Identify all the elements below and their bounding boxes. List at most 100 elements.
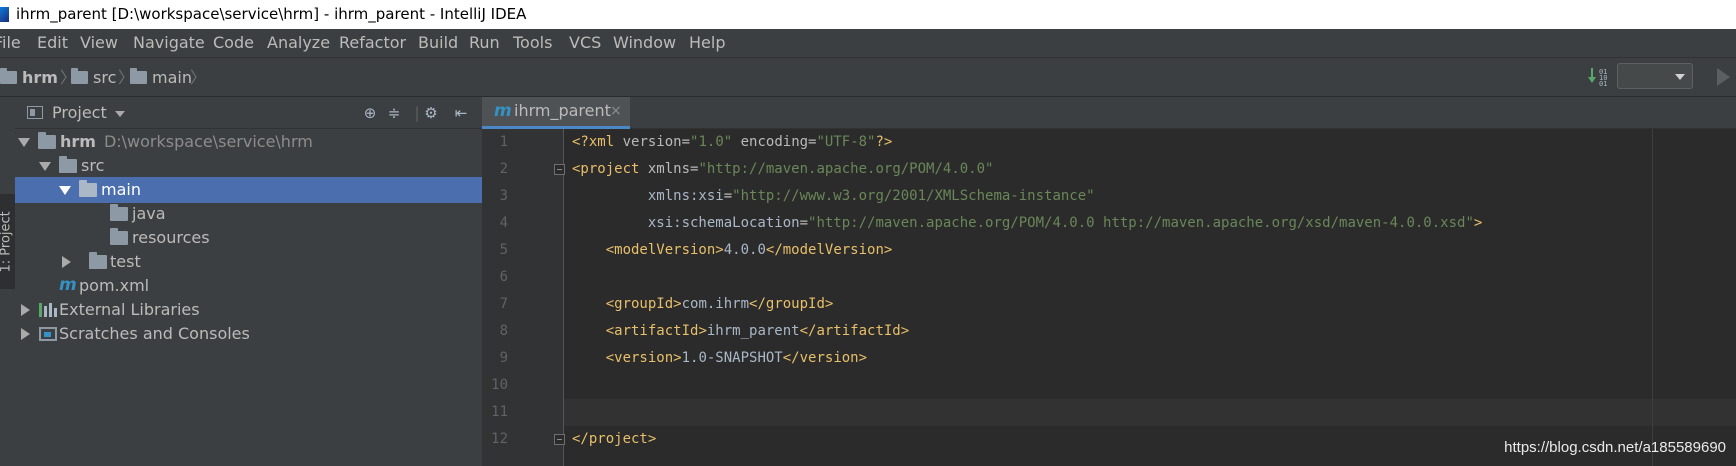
left-tool-strip: 1: Project — [0, 97, 16, 466]
menu-build[interactable]: Build — [418, 29, 458, 57]
chevron-down-icon[interactable] — [115, 111, 125, 117]
folder-icon — [110, 204, 128, 221]
editor: m ihrm_parent × 1 2 3 4 5 6 7 8 9 10 11 … — [482, 97, 1736, 466]
menu-edit[interactable]: Edit — [37, 29, 68, 57]
maven-icon: m — [494, 101, 512, 121]
breadcrumb-hrm[interactable]: hrm — [0, 68, 58, 88]
code-line: <groupId>com.ihrm</groupId> — [605, 296, 834, 312]
line-number: 2 — [499, 161, 508, 177]
line-number: 5 — [499, 242, 508, 258]
breadcrumb-label: hrm — [22, 68, 58, 87]
line-number: 4 — [499, 215, 508, 231]
folder-icon — [89, 252, 107, 269]
locate-target-icon[interactable]: ⊕ — [361, 104, 379, 122]
code-line: <artifactId>ihrm_parent</artifactId> — [605, 323, 910, 339]
line-number: 10 — [491, 377, 508, 393]
module-folder-icon — [38, 132, 56, 149]
chevron-down-icon — [1675, 74, 1685, 80]
sort-binary-icon[interactable]: 01 10 01 — [1588, 66, 1612, 88]
tree-item-label: External Libraries — [59, 300, 200, 319]
tree-item-label: test — [110, 252, 141, 271]
gear-icon[interactable]: ⚙ — [422, 104, 440, 122]
run-configuration-select[interactable] — [1617, 63, 1693, 89]
chevron-right-icon[interactable] — [21, 328, 30, 340]
code-line: <?xml version="1.0" encoding="UTF-8"?> — [572, 134, 893, 150]
tab-ihrm-parent[interactable]: m ihrm_parent × — [482, 97, 630, 129]
chevron-down-icon[interactable] — [59, 186, 71, 195]
menu-bar: File Edit View Navigate Code Analyze Ref… — [0, 29, 1736, 57]
code-line: <modelVersion>4.0.0</modelVersion> — [605, 242, 893, 258]
watermark-url: https://blog.csdn.net/a185589690 — [1504, 439, 1726, 456]
project-view-icon — [27, 106, 43, 119]
breadcrumb-src[interactable]: src — [71, 68, 116, 88]
tree-item-label: java — [132, 204, 166, 223]
project-panel-header: Project ⊕ ≑ | ⚙ ⇤ — [15, 97, 482, 129]
svg-text:01: 01 — [1599, 80, 1607, 88]
menu-file[interactable]: File — [0, 29, 21, 57]
folder-icon — [59, 156, 77, 173]
run-play-icon[interactable] — [1717, 68, 1730, 86]
line-number: 8 — [499, 323, 508, 339]
chevron-right-icon[interactable] — [21, 304, 30, 316]
menu-refactor[interactable]: Refactor — [339, 29, 406, 57]
menu-view[interactable]: View — [80, 29, 118, 57]
close-icon[interactable]: × — [610, 97, 622, 125]
code-line: <version>1.0-SNAPSHOT</version> — [605, 350, 868, 366]
tree-item-path: D:\workspace\service\hrm — [103, 132, 313, 151]
tree-item-hrm[interactable]: hrm D:\workspace\service\hrm — [15, 129, 482, 155]
code-line: </project> — [572, 431, 657, 447]
menu-window[interactable]: Window — [613, 29, 676, 57]
line-number: 12 — [491, 431, 508, 447]
code-line: xsi:schemaLocation="http://maven.apache.… — [572, 215, 1483, 231]
menu-run[interactable]: Run — [469, 29, 500, 57]
chevron-down-icon[interactable] — [39, 162, 51, 171]
menu-analyze[interactable]: Analyze — [267, 29, 330, 57]
code-line: xmlns:xsi="http://www.w3.org/2001/XMLSch… — [572, 188, 1095, 204]
collapse-all-icon[interactable]: ≑ — [385, 104, 403, 122]
tree-item-pom[interactable]: m pom.xml — [15, 273, 482, 299]
menu-navigate[interactable]: Navigate — [133, 29, 205, 57]
intellij-logo-icon — [0, 7, 9, 22]
fold-marker-icon[interactable] — [554, 434, 565, 445]
fold-marker-icon[interactable] — [554, 164, 565, 175]
library-icon — [39, 303, 57, 317]
tree-item-label: hrm — [60, 132, 96, 151]
project-panel: Project ⊕ ≑ | ⚙ ⇤ hrm D:\workspace\servic… — [15, 97, 482, 466]
scratch-icon — [39, 327, 57, 341]
line-number: 1 — [499, 134, 508, 150]
chevron-down-icon[interactable] — [18, 138, 30, 147]
tree-item-label: resources — [132, 228, 210, 247]
tree-item-java[interactable]: java — [15, 201, 482, 227]
breadcrumb-main[interactable]: main — [130, 68, 192, 88]
tree-item-main[interactable]: main — [15, 177, 482, 203]
menu-tools[interactable]: Tools — [513, 29, 552, 57]
breadcrumb-label: main — [152, 68, 192, 87]
tree-item-resources[interactable]: resources — [15, 225, 482, 251]
line-number: 11 — [491, 404, 508, 420]
tree-item-label: pom.xml — [79, 276, 150, 295]
folder-icon — [130, 68, 147, 84]
tree-item-label: Scratches and Consoles — [59, 324, 250, 343]
line-number: 7 — [499, 296, 508, 312]
folder-icon — [71, 68, 88, 84]
tree-item-test[interactable]: test — [15, 249, 482, 275]
code-area[interactable]: <?xml version="1.0" encoding="UTF-8"?> <… — [572, 129, 1736, 466]
code-line: <project xmlns="http://maven.apache.org/… — [572, 161, 994, 177]
line-number: 6 — [499, 269, 508, 285]
chevron-right-icon[interactable] — [62, 256, 71, 268]
menu-help[interactable]: Help — [689, 29, 725, 57]
line-number: 9 — [499, 350, 508, 366]
tree-item-label: src — [81, 156, 105, 175]
editor-tab-bar: m ihrm_parent × — [482, 97, 1736, 129]
navigation-bar: hrm 〉 src 〉 main 〉 — [0, 57, 1736, 97]
module-folder-icon — [0, 68, 17, 84]
project-panel-title[interactable]: Project — [52, 103, 107, 122]
tree-item-external-libraries[interactable]: External Libraries — [15, 297, 482, 323]
menu-code[interactable]: Code — [213, 29, 254, 57]
tree-item-src[interactable]: src — [15, 153, 482, 179]
hide-panel-icon[interactable]: ⇤ — [452, 104, 470, 122]
menu-vcs[interactable]: VCS — [569, 29, 601, 57]
window-title: ihrm_parent [D:\workspace\service\hrm] -… — [16, 5, 527, 23]
project-tool-label[interactable]: 1: Project — [0, 211, 14, 272]
tree-item-scratches[interactable]: Scratches and Consoles — [15, 321, 482, 347]
